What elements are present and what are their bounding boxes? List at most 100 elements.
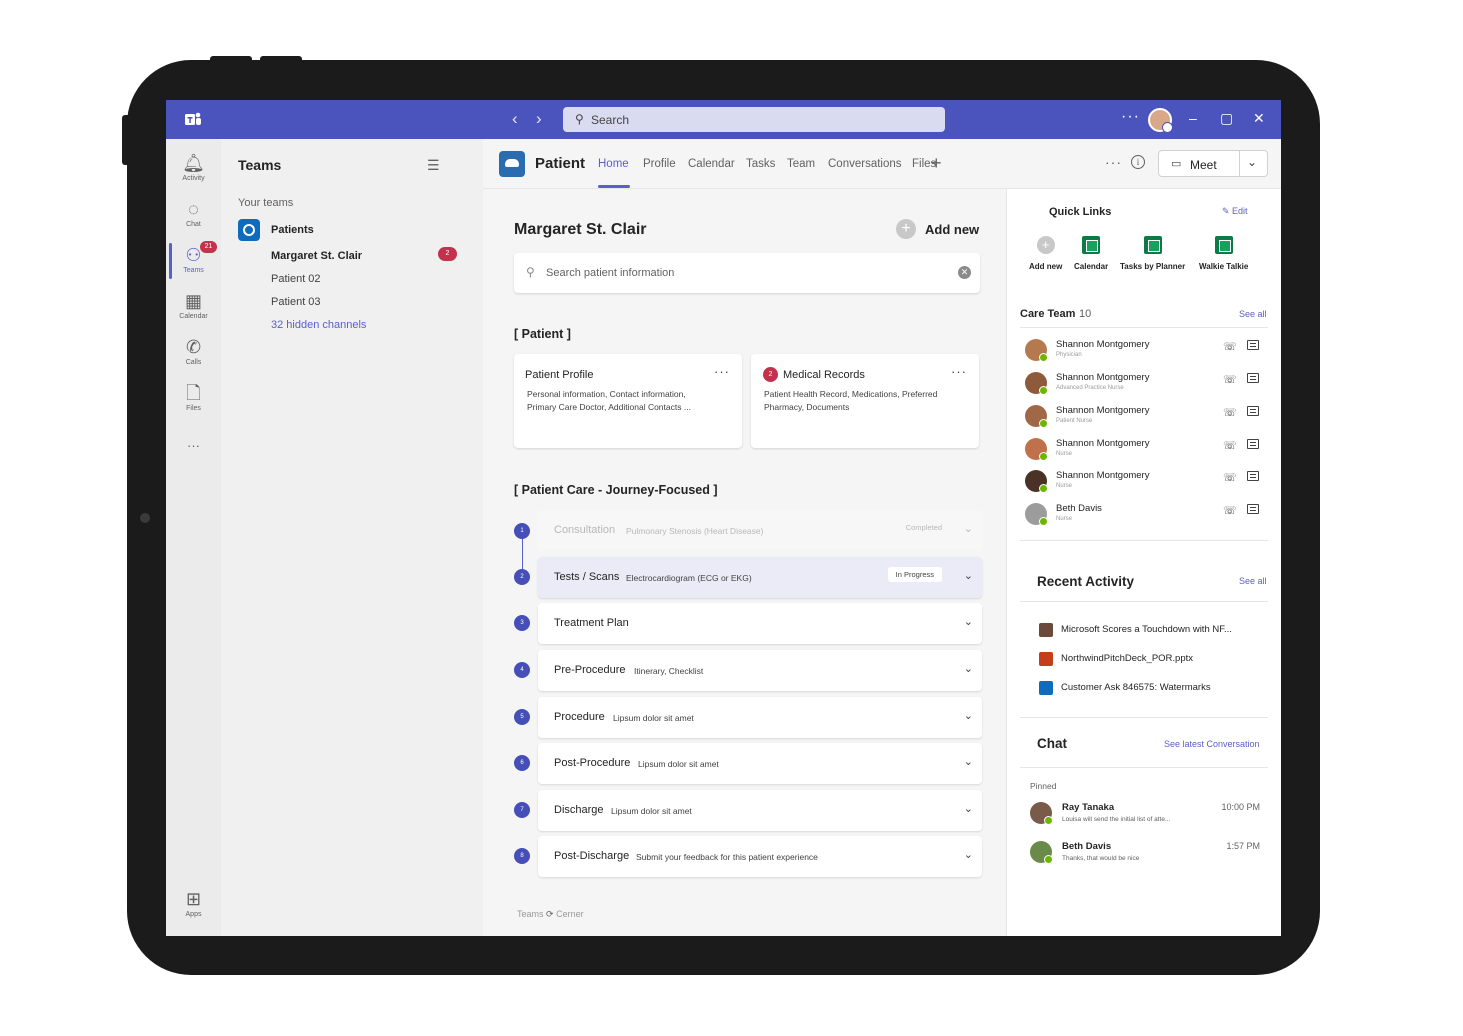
quick-link-tasks[interactable]: Tasks by Planner <box>1120 236 1185 271</box>
care-team-member[interactable]: Shannon Montgomery Advanced Practice Nur… <box>1025 370 1265 396</box>
info-icon[interactable]: i <box>1131 155 1145 169</box>
search-input[interactable]: ⚲ Search <box>563 107 945 132</box>
quick-link-add-new[interactable]: Add new <box>1029 236 1062 271</box>
tab-conversations[interactable]: Conversations <box>828 158 902 170</box>
tab-profile[interactable]: Profile <box>643 158 676 170</box>
call-icon[interactable]: ☏ <box>1223 439 1237 452</box>
step-procedure[interactable]: Procedure Lipsum dolor sit amet ⌄ <box>538 697 982 738</box>
chat-item[interactable]: Ray Tanaka Louisa will send the initial … <box>1030 800 1260 826</box>
maximize-icon[interactable]: ▢ <box>1220 110 1233 127</box>
care-team-member[interactable]: Shannon Montgomery Physician ☏ <box>1025 337 1265 363</box>
tab-team[interactable]: Team <box>787 158 815 170</box>
chevron-down-icon[interactable]: ⌄ <box>964 755 973 768</box>
add-tab-icon[interactable]: + <box>931 153 942 174</box>
step-name: Discharge <box>554 804 604 816</box>
team-logo-icon <box>238 219 260 241</box>
card-more-icon[interactable]: ··· <box>714 364 730 379</box>
channel-patient-02[interactable]: Patient 02 <box>271 273 321 285</box>
team-patients[interactable]: Patients <box>238 219 468 241</box>
chat-item[interactable]: Beth Davis Thanks, that would be nice 1:… <box>1030 839 1260 865</box>
chevron-down-icon[interactable]: ⌄ <box>964 522 973 535</box>
tab-tasks[interactable]: Tasks <box>746 158 775 170</box>
forward-arrow-icon[interactable]: › <box>536 109 542 129</box>
chat-icon[interactable] <box>1247 340 1259 350</box>
appbar-more[interactable]: ··· <box>166 432 221 476</box>
more-options-icon[interactable]: ··· <box>1105 154 1122 170</box>
more-options-icon[interactable]: ··· <box>1121 108 1140 126</box>
meet-button[interactable]: ▭ Meet ⌄ <box>1158 150 1268 177</box>
channel-margaret[interactable]: Margaret St. Clair <box>271 250 362 262</box>
chevron-down-icon[interactable]: ⌄ <box>964 615 973 628</box>
quick-link-calendar[interactable]: Calendar <box>1074 236 1108 271</box>
chat-icon[interactable] <box>1247 439 1259 449</box>
chat-icon[interactable] <box>1247 504 1259 514</box>
add-icon <box>1036 236 1055 254</box>
clear-icon[interactable]: ✕ <box>958 266 971 279</box>
recent-item[interactable]: NorthwindPitchDeck_POR.pptx <box>1039 651 1269 667</box>
call-icon[interactable]: ☏ <box>1223 373 1237 386</box>
minimize-icon[interactable]: – <box>1189 110 1197 126</box>
tab-home[interactable]: Home <box>598 158 629 170</box>
step-consultation[interactable]: Consultation Pulmonary Stenosis (Heart D… <box>538 510 982 551</box>
step-desc: Itinerary, Checklist <box>634 666 704 676</box>
step-pre-procedure[interactable]: Pre-Procedure Itinerary, Checklist ⌄ <box>538 650 982 691</box>
care-team-see-all[interactable]: See all <box>1239 309 1267 319</box>
step-desc: Lipsum dolor sit amet <box>613 713 694 723</box>
appbar-calendar[interactable]: ▦ Calendar <box>166 287 221 331</box>
step-discharge[interactable]: Discharge Lipsum dolor sit amet ⌄ <box>538 790 982 831</box>
chevron-down-icon[interactable]: ⌄ <box>1247 155 1257 169</box>
appbar-chat[interactable]: ◌ Chat <box>166 195 221 239</box>
patient-search-input[interactable]: ⚲ Search patient information ✕ <box>514 253 980 293</box>
chat-icon[interactable] <box>1247 373 1259 383</box>
chevron-down-icon[interactable]: ⌄ <box>964 709 973 722</box>
appbar-apps[interactable]: ⊞ Apps <box>166 885 221 929</box>
care-team-member[interactable]: Shannon Montgomery Patient Nurse ☏ <box>1025 403 1265 429</box>
tab-calendar[interactable]: Calendar <box>688 158 735 170</box>
recent-item[interactable]: Customer Ask 846575: Watermarks <box>1039 680 1269 696</box>
chat-preview: Thanks, that would be nice <box>1062 855 1140 862</box>
appbar-activity[interactable]: 🔔︎ Activity <box>166 149 221 193</box>
call-icon[interactable]: ☏ <box>1223 504 1237 517</box>
chevron-down-icon[interactable]: ⌄ <box>964 662 973 675</box>
step-post-discharge[interactable]: Post-Discharge Submit your feedback for … <box>538 836 982 877</box>
recent-item[interactable]: Microsoft Scores a Touchdown with NF... <box>1039 622 1269 638</box>
back-arrow-icon[interactable]: ‹ <box>512 109 518 129</box>
step-name: Consultation <box>554 524 616 536</box>
appbar-teams[interactable]: ⚇ Teams 21 <box>166 241 221 285</box>
chevron-down-icon[interactable]: ⌄ <box>964 569 973 582</box>
chat-icon[interactable] <box>1247 471 1259 481</box>
care-team-member[interactable]: Beth Davis Nurse ☏ <box>1025 501 1265 527</box>
appbar-calls[interactable]: ✆ Calls <box>166 333 221 377</box>
chevron-down-icon[interactable]: ⌄ <box>964 802 973 815</box>
filter-icon[interactable]: ☰ <box>427 157 440 174</box>
edit-quick-links-button[interactable]: ✎ Edit <box>1222 206 1248 217</box>
step-tests-scans[interactable]: Tests / Scans Electrocardiogram (ECG or … <box>538 557 982 598</box>
add-new-button[interactable]: Add new <box>925 222 979 237</box>
channel-patient-03[interactable]: Patient 03 <box>271 296 321 308</box>
file-icon: 🗋︎ <box>186 383 201 403</box>
step-post-procedure[interactable]: Post-Procedure Lipsum dolor sit amet ⌄ <box>538 743 982 784</box>
recent-activity-see-all[interactable]: See all <box>1239 576 1267 586</box>
patient-profile-card[interactable]: Patient Profile ··· Personal information… <box>514 354 742 448</box>
step-treatment-plan[interactable]: Treatment Plan ⌄ <box>538 603 982 644</box>
add-circle-icon[interactable]: + <box>896 219 916 239</box>
user-avatar[interactable] <box>1148 108 1173 133</box>
member-role: Patient Nurse <box>1056 418 1093 424</box>
care-team-member[interactable]: Shannon Montgomery Nurse ☏ <box>1025 468 1265 494</box>
quick-link-label: Calendar <box>1074 262 1109 271</box>
call-icon[interactable]: ☏ <box>1223 471 1237 484</box>
close-icon[interactable]: ✕ <box>1253 110 1265 127</box>
hidden-channels-link[interactable]: 32 hidden channels <box>271 319 366 331</box>
call-icon[interactable]: ☏ <box>1223 406 1237 419</box>
step-desc: Lipsum dolor sit amet <box>611 806 692 816</box>
see-latest-conversation-link[interactable]: See latest Conversation <box>1164 739 1260 749</box>
quick-link-walkie-talkie[interactable]: Walkie Talkie <box>1199 236 1248 271</box>
card-more-icon[interactable]: ··· <box>951 364 967 379</box>
quick-link-label: Tasks by Planner <box>1120 262 1186 271</box>
medical-records-card[interactable]: 2 Medical Records ··· Patient Health Rec… <box>751 354 979 448</box>
chevron-down-icon[interactable]: ⌄ <box>964 848 973 861</box>
call-icon[interactable]: ☏ <box>1223 340 1237 353</box>
chat-icon[interactable] <box>1247 406 1259 416</box>
care-team-member[interactable]: Shannon Montgomery Nurse ☏ <box>1025 436 1265 462</box>
appbar-files[interactable]: 🗋︎ Files <box>166 379 221 423</box>
